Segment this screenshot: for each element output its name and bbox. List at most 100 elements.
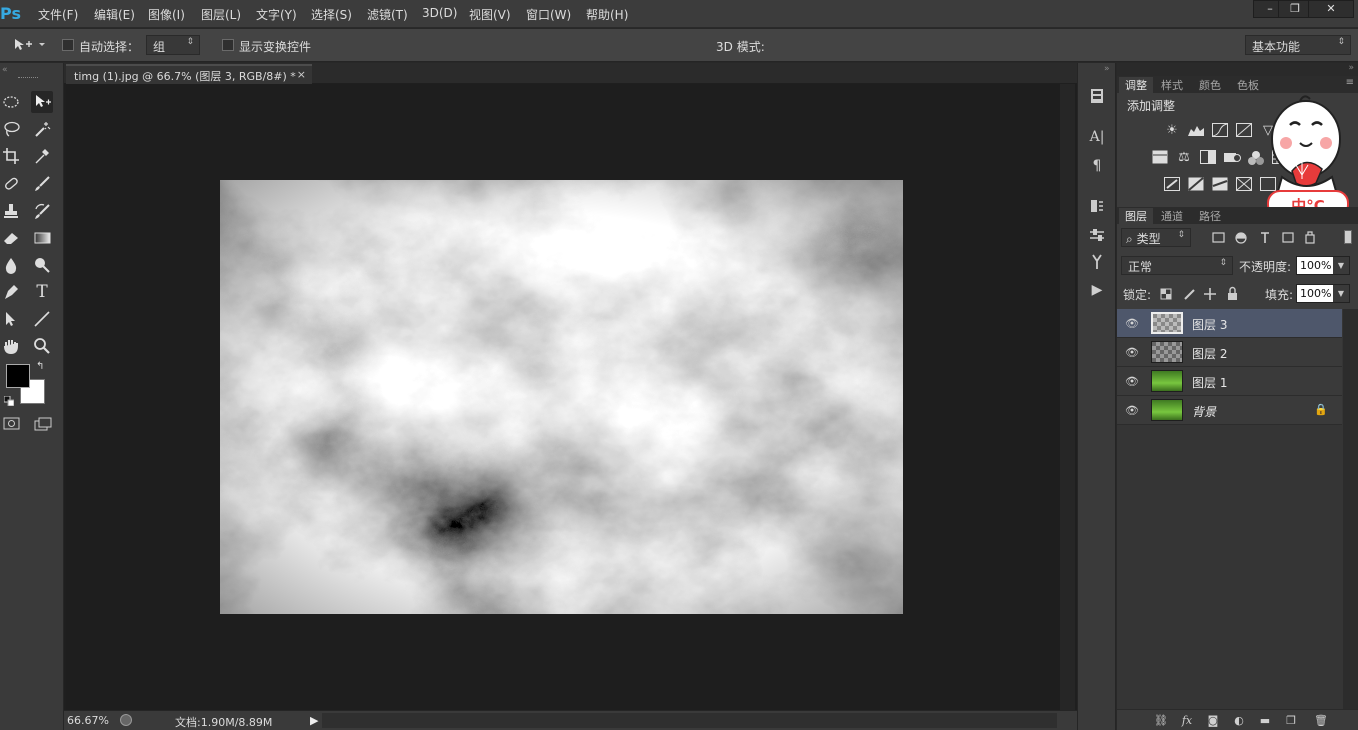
visibility-eye-icon[interactable]: 👁 [1125, 375, 1139, 388]
tab-layers[interactable]: 图层 [1119, 208, 1153, 224]
zoom-level[interactable]: 66.67% [67, 714, 109, 727]
layer-filter-dropdown[interactable]: ⌕ 类型 ⇕ [1121, 228, 1191, 247]
tab-adjustments[interactable]: 调整 [1119, 77, 1153, 93]
layer-row[interactable]: 👁 图层 1 [1117, 367, 1342, 396]
workspace-dropdown[interactable]: 基本功能 ⇕ [1245, 35, 1351, 55]
invert-icon[interactable] [1163, 177, 1181, 193]
menu-file[interactable]: 文件(F) [38, 6, 78, 23]
hue-saturation-icon[interactable] [1151, 150, 1169, 166]
character-panel-icon[interactable]: A| [1087, 129, 1107, 149]
show-transform-checkbox[interactable] [222, 39, 234, 51]
filter-toggle[interactable] [1344, 230, 1352, 244]
line-tool-icon[interactable] [31, 308, 53, 330]
layers-scrollbar[interactable] [1343, 309, 1358, 709]
tab-styles[interactable]: 样式 [1155, 77, 1189, 93]
exposure-icon[interactable] [1235, 123, 1253, 139]
document-tab[interactable]: timg (1).jpg @ 66.7% (图层 3, RGB/8#) * × [66, 64, 312, 84]
eraser-icon[interactable] [0, 227, 22, 249]
collapse-dock-icon[interactable]: » [1348, 63, 1354, 73]
layer-comps-icon[interactable] [1087, 197, 1107, 217]
zoom-tool-icon[interactable] [31, 335, 53, 357]
chevron-down-icon[interactable]: ▼ [1333, 285, 1349, 302]
layer-row[interactable]: 👁 图层 3 [1117, 309, 1342, 338]
add-mask-icon[interactable]: ◙ [1205, 714, 1221, 728]
visibility-eye-icon[interactable]: 👁 [1125, 404, 1139, 417]
actions-play-icon[interactable]: ▶ [1087, 282, 1107, 302]
close-tab-icon[interactable]: × [297, 68, 306, 81]
restore-button[interactable]: ❐ [1278, 0, 1312, 18]
marquee-tool-icon[interactable] [0, 91, 22, 113]
posterize-icon[interactable] [1187, 177, 1205, 193]
new-layer-icon[interactable]: ❐ [1283, 714, 1299, 728]
menu-help[interactable]: 帮助(H) [586, 6, 628, 23]
fill-input[interactable]: 100% ▼ [1296, 284, 1350, 303]
image-canvas[interactable] [220, 180, 903, 614]
blur-tool-icon[interactable] [0, 254, 22, 276]
close-button[interactable]: ✕ [1308, 0, 1354, 18]
default-colors-icon[interactable] [3, 395, 15, 407]
menu-layer[interactable]: 图层(L) [201, 6, 241, 23]
tab-paths[interactable]: 路径 [1193, 208, 1227, 224]
menu-select[interactable]: 选择(S) [311, 6, 352, 23]
delete-layer-icon[interactable]: 🗑 [1313, 714, 1329, 728]
pen-tool-icon[interactable] [0, 281, 22, 303]
history-panel-icon[interactable] [1087, 87, 1107, 107]
chevron-down-icon[interactable]: ▼ [1333, 257, 1349, 274]
properties-panel-icon[interactable] [1087, 226, 1107, 246]
brightness-contrast-icon[interactable]: ☀ [1163, 123, 1181, 139]
menu-image[interactable]: 图像(I) [148, 6, 185, 23]
menu-type[interactable]: 文字(Y) [256, 6, 297, 23]
blend-mode-dropdown[interactable]: 正常 ⇕ [1121, 256, 1233, 275]
type-tool-icon[interactable]: T [31, 281, 53, 303]
panel-menu-icon[interactable]: ≡ [1346, 77, 1354, 88]
status-menu-arrow-icon[interactable]: ▶ [310, 714, 318, 727]
vertical-scrollbar[interactable] [1060, 84, 1075, 710]
adjustment-layer-icon[interactable]: ◐ [1231, 714, 1247, 728]
collapse-arrows-icon[interactable]: « [2, 65, 8, 75]
opacity-input[interactable]: 100% ▼ [1296, 256, 1350, 275]
visibility-eye-icon[interactable]: 👁 [1125, 346, 1139, 359]
lasso-tool-icon[interactable] [0, 118, 22, 140]
clone-stamp-icon[interactable] [0, 200, 22, 222]
levels-icon[interactable] [1187, 123, 1205, 139]
menu-window[interactable]: 窗口(W) [526, 6, 571, 23]
magic-wand-icon[interactable] [31, 118, 53, 140]
tool-presets-icon[interactable] [1087, 253, 1107, 273]
threshold-icon[interactable] [1211, 177, 1229, 193]
menu-filter[interactable]: 滤镜(T) [367, 6, 408, 23]
fx-icon[interactable]: fx [1179, 714, 1195, 728]
eyedropper-icon[interactable] [31, 145, 53, 167]
layer-filter-icons[interactable] [1211, 230, 1323, 246]
toolbox-grip[interactable] [18, 77, 38, 80]
quick-mask-icon[interactable] [3, 417, 21, 434]
history-brush-icon[interactable] [31, 200, 53, 222]
tab-color[interactable]: 颜色 [1193, 77, 1227, 93]
photo-filter-icon[interactable] [1223, 150, 1241, 166]
curves-icon[interactable] [1211, 123, 1229, 139]
tab-swatches[interactable]: 色板 [1231, 77, 1265, 93]
horizontal-scrollbar[interactable] [322, 713, 1057, 728]
swap-colors-icon[interactable]: ↰ [36, 361, 44, 372]
crop-tool-icon[interactable] [0, 145, 22, 167]
tab-channels[interactable]: 通道 [1155, 208, 1189, 224]
layer-row[interactable]: 👁 背景 🔒 [1117, 396, 1342, 425]
menu-3d[interactable]: 3D(D) [422, 6, 457, 20]
new-group-icon[interactable]: ▬ [1257, 714, 1273, 728]
hand-tool-icon[interactable] [0, 335, 22, 357]
collapse-icons-icon[interactable]: » [1104, 64, 1110, 74]
color-balance-icon[interactable]: ⚖ [1175, 150, 1193, 166]
path-selection-icon[interactable] [0, 308, 22, 330]
layer-row[interactable]: 👁 图层 2 [1117, 338, 1342, 367]
status-options-icon[interactable] [120, 714, 132, 726]
auto-select-checkbox[interactable] [62, 39, 74, 51]
link-layers-icon[interactable]: ⛓ [1153, 714, 1169, 728]
gradient-tool-icon[interactable] [31, 227, 53, 249]
paragraph-panel-icon[interactable]: ¶ [1087, 158, 1107, 178]
foreground-color-swatch[interactable] [6, 364, 30, 388]
auto-select-dropdown[interactable]: 组 ⇕ [146, 35, 200, 55]
healing-brush-icon[interactable] [0, 173, 22, 195]
move-tool-preset-icon[interactable] [12, 36, 46, 52]
visibility-eye-icon[interactable]: 👁 [1125, 317, 1139, 330]
move-tool-icon[interactable] [31, 91, 53, 113]
dodge-tool-icon[interactable] [31, 254, 53, 276]
